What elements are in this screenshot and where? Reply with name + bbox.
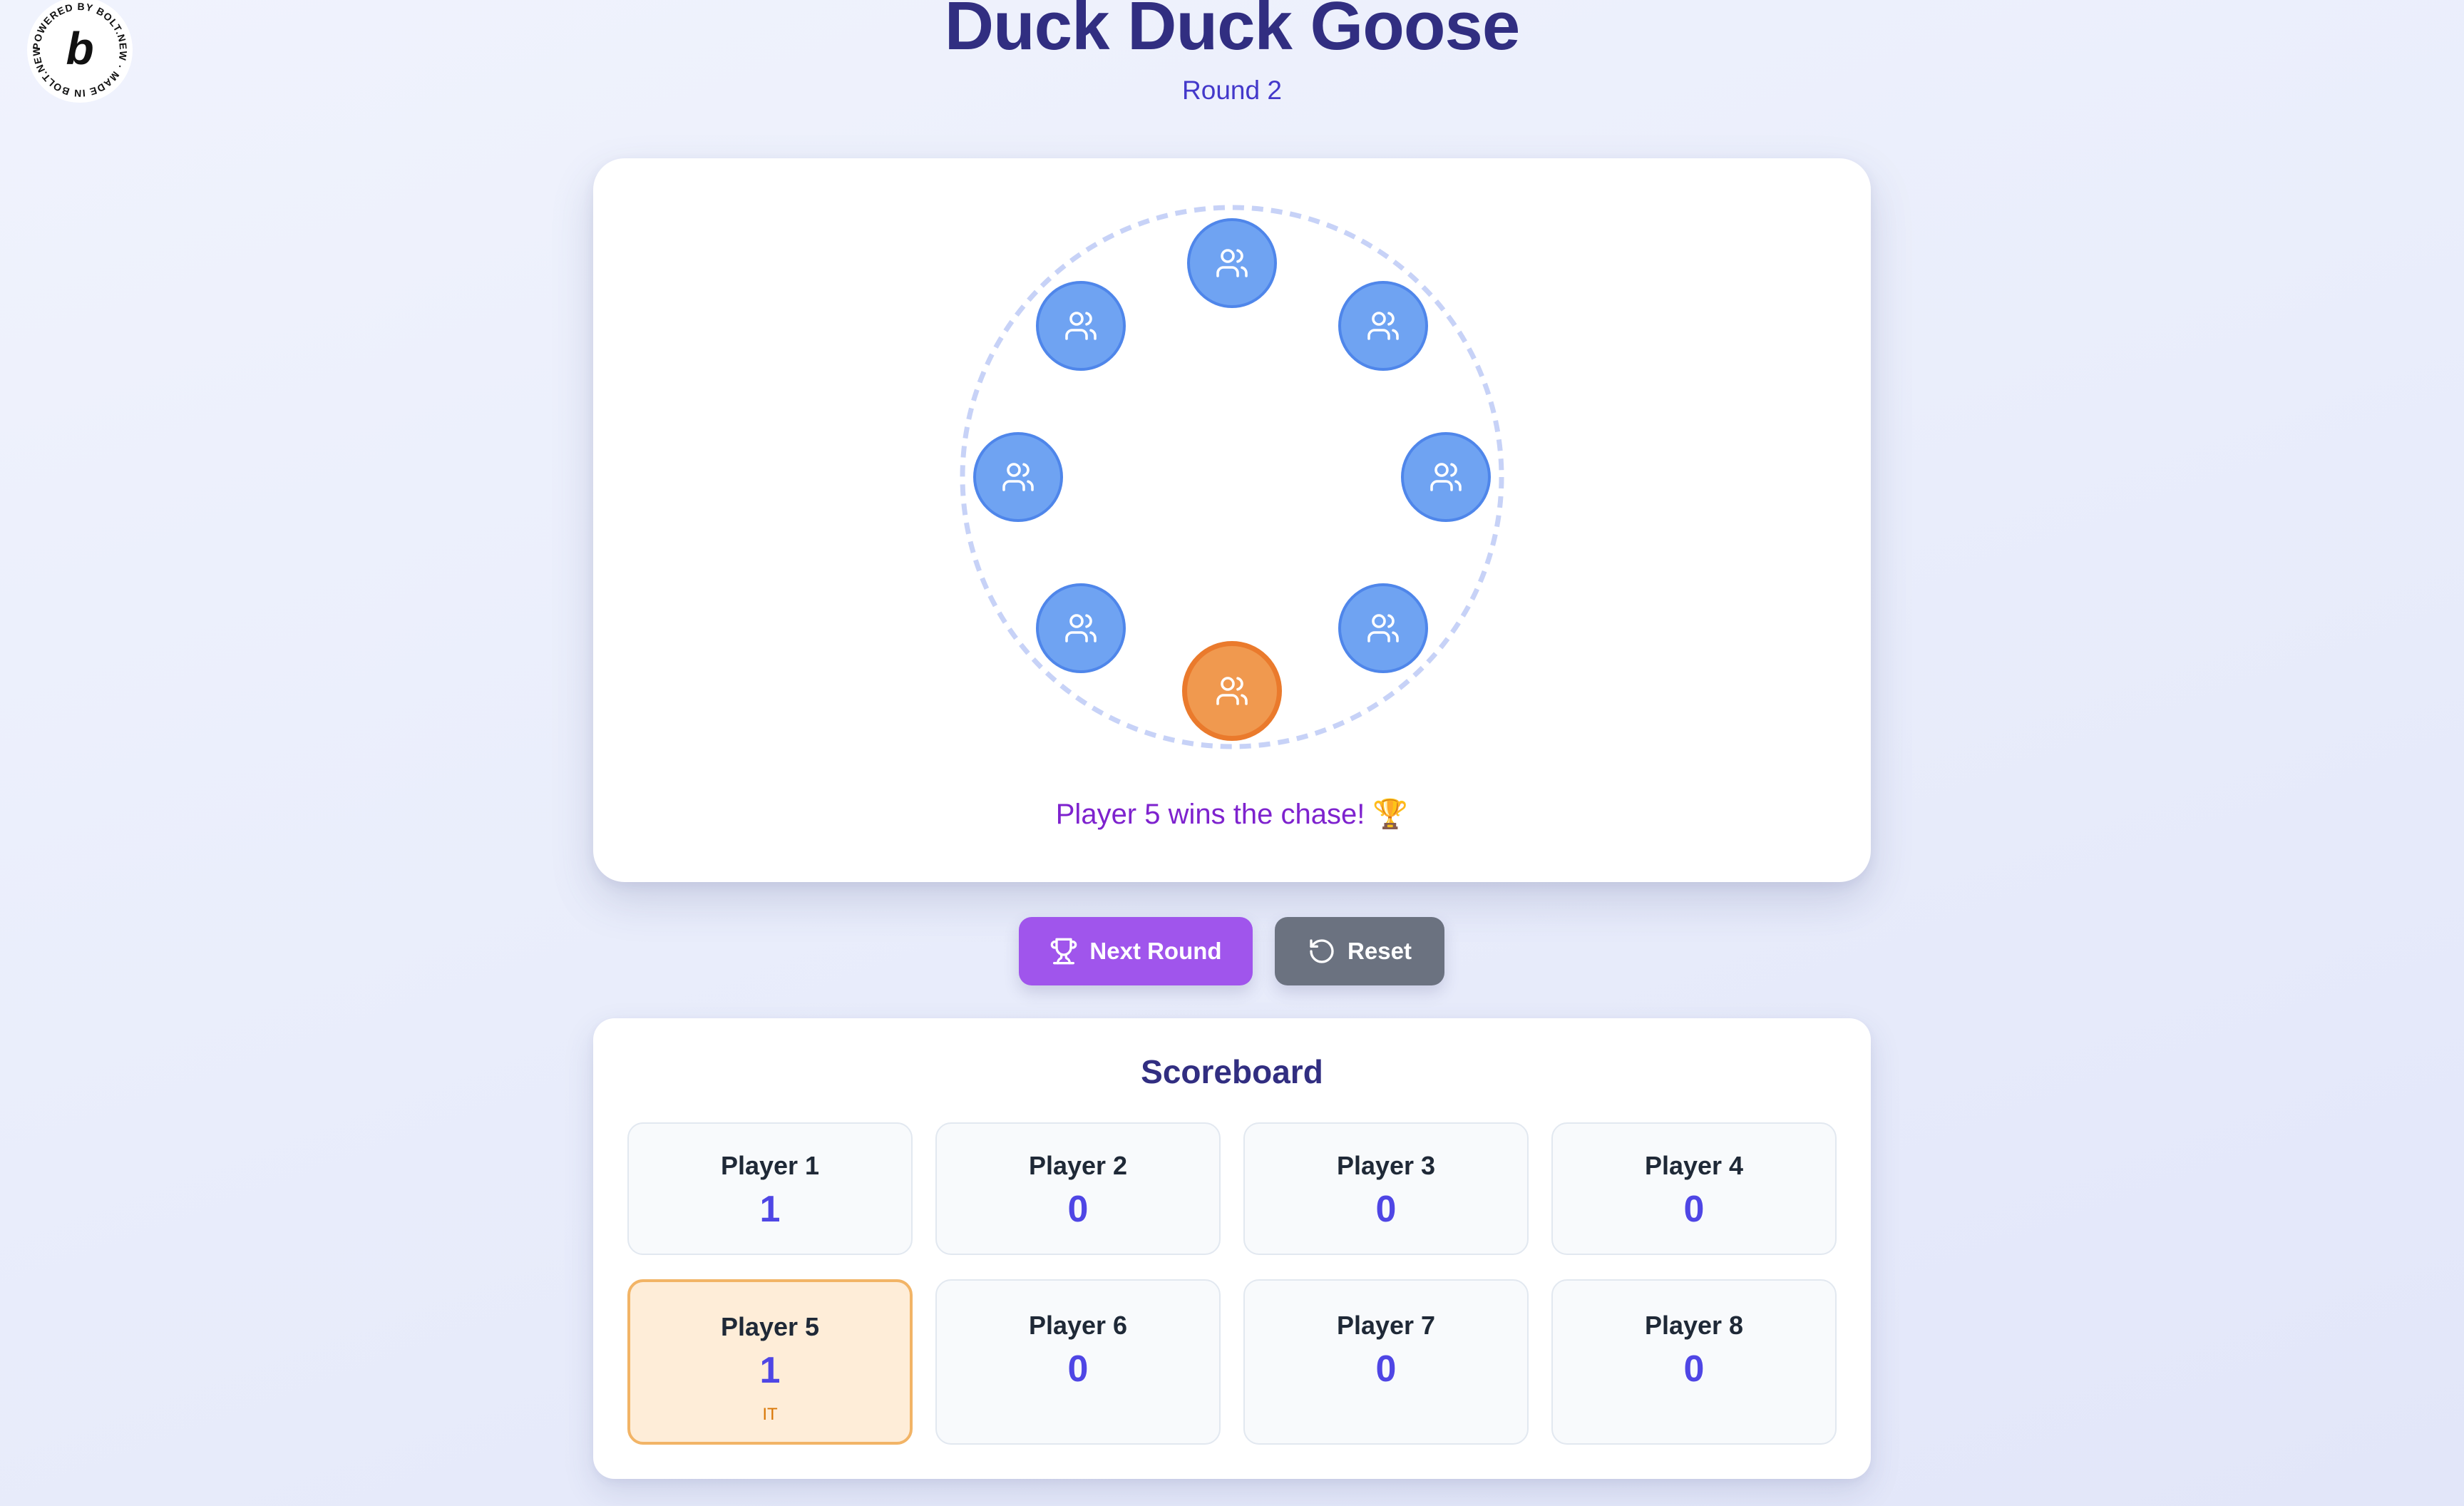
score-card-score: 0 <box>1375 1189 1397 1230</box>
score-card-name: Player 6 <box>1028 1311 1128 1340</box>
score-card-score: 0 <box>1067 1348 1089 1390</box>
users-icon <box>1367 312 1399 340</box>
users-icon <box>1216 249 1248 277</box>
users-icon <box>1065 614 1097 642</box>
users-icon <box>1002 463 1034 491</box>
score-card-score: 0 <box>1067 1189 1089 1230</box>
game-board: Player 5 wins the chase! 🏆 <box>593 158 1871 882</box>
scoreboard: Scoreboard Player 1 1 Player 2 0 Player 3 0 Pl… <box>593 1018 1871 1479</box>
reset-label: Reset <box>1348 938 1412 964</box>
reset-button[interactable]: Reset <box>1275 917 1444 985</box>
score-card-name: Player 3 <box>1336 1151 1436 1180</box>
score-card-player-7: Player 7 0 <box>1243 1279 1529 1445</box>
player-node-8[interactable] <box>1035 280 1126 371</box>
score-card-player-3: Player 3 0 <box>1243 1122 1529 1255</box>
users-icon <box>1216 677 1248 705</box>
next-round-button[interactable]: Next Round <box>1019 917 1253 985</box>
player-node-2[interactable] <box>1338 280 1429 371</box>
player-node-5[interactable] <box>1182 641 1282 741</box>
users-icon <box>1065 312 1097 340</box>
score-card-name: Player 2 <box>1028 1151 1128 1180</box>
score-card-score: 0 <box>1683 1189 1705 1230</box>
it-tag: IT <box>762 1405 778 1424</box>
player-node-7[interactable] <box>973 432 1063 522</box>
page-title: Duck Duck Goose <box>944 0 1521 64</box>
score-card-name: Player 5 <box>720 1312 820 1341</box>
score-card-player-5: Player 5 1 IT <box>627 1279 913 1445</box>
score-card-player-1: Player 1 1 <box>627 1122 913 1255</box>
scoreboard-title: Scoreboard <box>1141 1053 1323 1090</box>
score-card-score: 0 <box>1683 1348 1705 1390</box>
users-icon <box>1367 614 1399 642</box>
player-node-3[interactable] <box>1401 432 1491 522</box>
trophy-icon <box>1051 938 1077 965</box>
score-card-name: Player 7 <box>1336 1311 1436 1340</box>
player-node-1[interactable] <box>1187 218 1277 308</box>
round-indicator: Round 2 <box>1182 76 1282 105</box>
rotate-ccw-icon <box>1310 939 1334 963</box>
score-card-score: 0 <box>1375 1348 1397 1390</box>
next-round-label: Next Round <box>1089 938 1222 964</box>
score-card-name: Player 1 <box>720 1151 820 1180</box>
score-card-player-2: Player 2 0 <box>935 1122 1221 1255</box>
score-card-name: Player 8 <box>1644 1311 1744 1340</box>
game-status-message: Player 5 wins the chase! 🏆 <box>1055 799 1409 830</box>
users-icon <box>1430 463 1462 491</box>
score-card-player-6: Player 6 0 <box>935 1279 1221 1445</box>
player-node-4[interactable] <box>1338 583 1429 674</box>
score-card-score: 1 <box>759 1350 781 1391</box>
score-card-score: 1 <box>759 1189 781 1230</box>
score-card-player-4: Player 4 0 <box>1551 1122 1837 1255</box>
score-card-name: Player 4 <box>1644 1151 1744 1180</box>
player-node-6[interactable] <box>1035 583 1126 674</box>
score-card-player-8: Player 8 0 <box>1551 1279 1837 1445</box>
